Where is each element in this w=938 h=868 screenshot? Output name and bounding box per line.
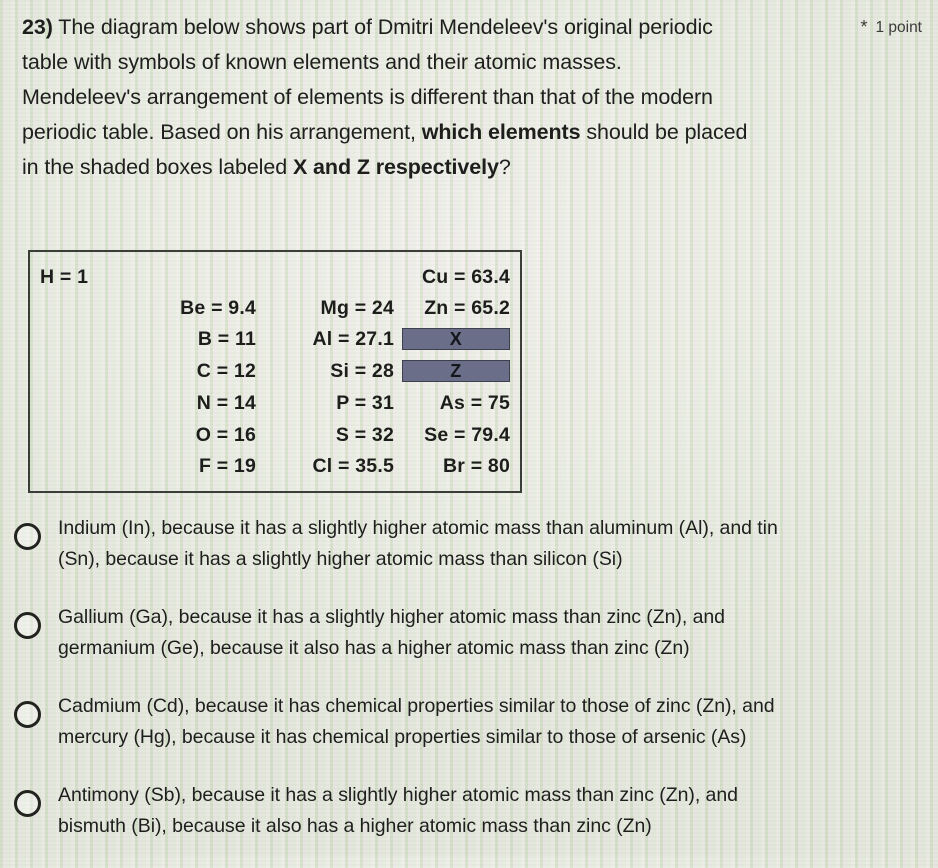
quiz-question-page: 23) The diagram below shows part of Dmit…	[0, 0, 938, 856]
answer-option-a[interactable]: Indium (In), because it has a slightly h…	[0, 512, 938, 575]
answer-option-b-text: Gallium (Ga), because it has a slightly …	[58, 601, 725, 664]
diagram-cell-si: Si = 28	[330, 360, 394, 382]
question-number: 23)	[22, 15, 53, 39]
question-line-1: 23) The diagram below shows part of Dmit…	[22, 10, 922, 45]
answer-option-d-line-1: Antimony (Sb), because it has a slightly…	[58, 784, 738, 806]
shaded-box-z-label: Z	[450, 360, 462, 381]
shaded-box-x-label: X	[449, 328, 463, 349]
question-line-1-text: The diagram below shows part of Dmitri M…	[58, 15, 713, 39]
question-line-5-bold: X and Z respectively	[292, 155, 499, 179]
question-text-block: 23) The diagram below shows part of Dmit…	[22, 10, 922, 185]
answer-option-c-text: Cadmium (Cd), because it has chemical pr…	[58, 690, 775, 753]
answer-option-a-line-2: (Sn), because it has a slightly higher a…	[58, 548, 623, 570]
question-line-4-bold: which elements	[421, 120, 581, 144]
answer-options-list: Indium (In), because it has a slightly h…	[0, 512, 938, 868]
question-line-4-head: periodic table. Based on his arrangement…	[22, 120, 422, 144]
question-line-4-tail: should be placed	[580, 120, 748, 144]
diagram-cell-br: Br = 80	[443, 455, 510, 477]
answer-option-b-line-1: Gallium (Ga), because it has a slightly …	[58, 606, 725, 628]
answer-option-c-line-2: mercury (Hg), because it has chemical pr…	[58, 726, 747, 748]
radio-button-c[interactable]	[14, 701, 41, 728]
diagram-inner: H = 1 Cu = 63.4 Be = 9.4 Mg = 24 Zn = 65…	[30, 252, 520, 491]
diagram-cell-p: P = 31	[336, 392, 394, 414]
question-line-4: periodic table. Based on his arrangement…	[22, 115, 922, 150]
answer-option-d-text: Antimony (Sb), because it has a slightly…	[58, 779, 738, 842]
answer-option-b[interactable]: Gallium (Ga), because it has a slightly …	[0, 601, 938, 664]
diagram-cell-cl: Cl = 35.5	[312, 455, 394, 477]
question-line-5: in the shaded boxes labeled X and Z resp…	[22, 150, 922, 185]
answer-option-b-line-2: germanium (Ge), because it also has a hi…	[58, 637, 690, 659]
diagram-cell-se: Se = 79.4	[424, 424, 510, 446]
diagram-cell-h: H = 1	[40, 266, 89, 288]
diagram-cell-mg: Mg = 24	[320, 297, 394, 319]
required-asterisk-icon: *	[860, 17, 868, 37]
answer-option-a-line-1: Indium (In), because it has a slightly h…	[58, 517, 778, 539]
answer-option-c[interactable]: Cadmium (Cd), because it has chemical pr…	[0, 690, 938, 753]
points-label: 1 point	[875, 19, 922, 36]
shaded-box-x: X	[402, 328, 510, 350]
question-line-5-tail: ?	[498, 155, 511, 179]
diagram-cell-zn: Zn = 65.2	[424, 297, 510, 319]
diagram-cell-b: B = 11	[197, 328, 256, 350]
diagram-cell-cu: Cu = 63.4	[422, 266, 510, 288]
answer-option-d-line-2: bismuth (Bi), because it also has a high…	[58, 815, 652, 837]
answer-option-c-line-1: Cadmium (Cd), because it has chemical pr…	[58, 695, 775, 717]
question-line-5-head: in the shaded boxes labeled	[22, 155, 293, 179]
answer-option-d[interactable]: Antimony (Sb), because it has a slightly…	[0, 779, 938, 842]
diagram-cell-c: C = 12	[196, 360, 256, 382]
diagram-cell-s: S = 32	[335, 424, 394, 446]
radio-button-a[interactable]	[14, 523, 41, 550]
diagram-cell-f: F = 19	[198, 455, 256, 477]
diagram-cell-n: N = 14	[196, 392, 256, 414]
diagram-cell-al: Al = 27.1	[312, 328, 394, 350]
diagram-cell-as: As = 75	[439, 392, 510, 414]
radio-button-b[interactable]	[14, 612, 41, 639]
shaded-box-z: Z	[402, 360, 510, 382]
mendeleev-table-diagram: H = 1 Cu = 63.4 Be = 9.4 Mg = 24 Zn = 65…	[28, 250, 522, 493]
points-indicator: * 1 point	[860, 17, 922, 38]
diagram-cell-o: O = 16	[195, 424, 256, 446]
question-line-3: Mendeleev's arrangement of elements is d…	[22, 85, 713, 109]
diagram-cell-be: Be = 9.4	[180, 297, 256, 319]
question-line-2: table with symbols of known elements and…	[22, 50, 622, 74]
radio-button-d[interactable]	[14, 790, 41, 817]
answer-option-a-text: Indium (In), because it has a slightly h…	[58, 512, 778, 575]
